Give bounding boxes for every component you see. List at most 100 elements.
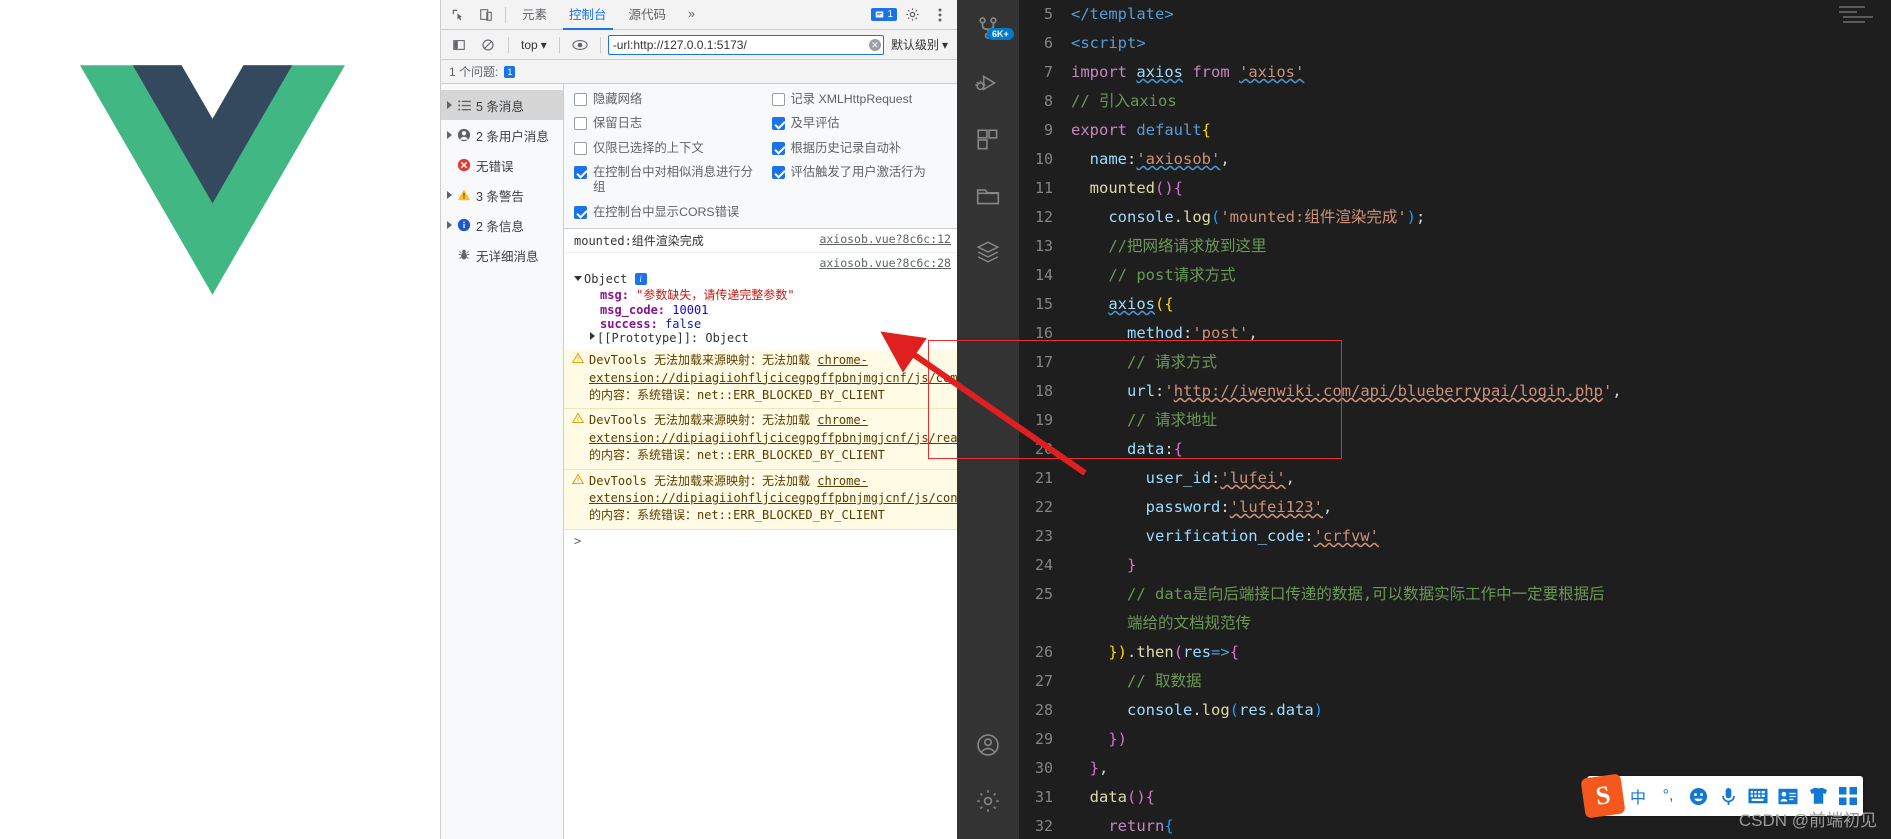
console-object-source-link[interactable]: axiosob.vue?8c6c:28 xyxy=(819,256,951,270)
code-line[interactable]: 21 user_id:'lufei', xyxy=(1019,464,1891,493)
code-line[interactable]: 17 // 请求方式 xyxy=(1019,348,1891,377)
code-line[interactable]: 端给的文档规范传 xyxy=(1019,609,1891,638)
code-line[interactable]: 24 } xyxy=(1019,551,1891,580)
explorer-folder-icon[interactable] xyxy=(957,168,1019,224)
setting-group-similar[interactable]: 在控制台中对相似消息进行分组 xyxy=(574,165,754,196)
log-level-selector[interactable]: 默认级别 ▾ xyxy=(887,36,952,53)
setting-selected-context-only[interactable]: 仅限已选择的上下文 xyxy=(574,141,754,156)
setting-show-cors-errors[interactable]: 在控制台中显示CORS错误 xyxy=(574,205,754,220)
clear-console-icon[interactable] xyxy=(475,33,501,57)
sidebar-item-user-messages[interactable]: 2 条用户消息 xyxy=(441,120,563,150)
code-line[interactable]: 8 // 引入axios xyxy=(1019,87,1891,116)
code-line[interactable]: 13 //把网络请求放到这里 xyxy=(1019,232,1891,261)
run-and-debug-icon[interactable] xyxy=(957,56,1019,112)
expand-triangle-icon-3[interactable] xyxy=(447,191,452,199)
tab-elements[interactable]: 元素 xyxy=(512,0,557,30)
checkbox-show-cors-errors[interactable] xyxy=(574,205,587,219)
context-selector[interactable]: top ▾ xyxy=(516,37,552,53)
code-line[interactable]: 16 method:'post', xyxy=(1019,319,1891,348)
code-line[interactable]: 18 url:'http://iwenwiki.com/api/blueberr… xyxy=(1019,377,1891,406)
minimap[interactable] xyxy=(1833,2,1885,122)
sidebar-item-verbose[interactable]: 无详细消息 xyxy=(441,240,563,270)
sogou-logo-icon[interactable]: S xyxy=(1580,773,1626,819)
code-line[interactable]: 7 import axios from 'axios' xyxy=(1019,58,1891,87)
code-line[interactable]: 12 console.log('mounted:组件渲染完成'); xyxy=(1019,203,1891,232)
layers-icon[interactable] xyxy=(957,224,1019,280)
code-line[interactable]: 22 password:'lufei123', xyxy=(1019,493,1891,522)
device-toolbar-icon[interactable] xyxy=(473,3,499,27)
tab-sources[interactable]: 源代码 xyxy=(619,0,677,30)
issues-status-line[interactable]: 1 个问题: 1 xyxy=(441,60,957,84)
sidebar-item-all-messages[interactable]: 5 条消息 xyxy=(441,90,563,120)
sidebar-item-errors[interactable]: 无错误 xyxy=(441,150,563,180)
line-number: 25 xyxy=(1034,585,1053,603)
console-log-line[interactable]: mounted:组件渲染完成 axiosob.vue?8c6c:12 xyxy=(564,229,957,254)
setting-hide-network[interactable]: 隐藏网络 xyxy=(574,92,754,107)
code-line[interactable]: 20 data:{ xyxy=(1019,435,1891,464)
more-vertical-icon[interactable] xyxy=(927,3,953,27)
info-icon-object[interactable]: i xyxy=(634,273,647,286)
code-line[interactable]: 28 console.log(res.data) xyxy=(1019,696,1891,725)
code-line[interactable]: 23 verification_code:'crfvw' xyxy=(1019,522,1891,551)
code-content[interactable]: 5 </template> 6 <script> 7 import axios from … xyxy=(1019,0,1891,839)
code-line[interactable]: 11 mounted(){ xyxy=(1019,174,1891,203)
ime-punctuation-mode[interactable]: °, xyxy=(1653,776,1683,816)
console-warning-row-3[interactable]: DevTools 无法加载来源映射：无法加载 chrome-extension:… xyxy=(564,469,957,530)
console-warning-row[interactable]: DevTools 无法加载来源映射：无法加载 chrome-extension:… xyxy=(564,349,957,410)
checkbox-selected-context-only[interactable] xyxy=(574,141,587,155)
issues-badge[interactable]: 1 xyxy=(871,8,897,21)
checkbox-log-xhr[interactable] xyxy=(771,93,785,106)
live-expression-icon[interactable] xyxy=(567,33,593,57)
console-prompt[interactable]: > xyxy=(564,530,957,552)
console-log-source-link[interactable]: axiosob.vue?8c6c:12 xyxy=(819,232,951,246)
gear-icon[interactable] xyxy=(899,3,925,27)
code-line[interactable]: 10 name:'axiosob', xyxy=(1019,145,1891,174)
line-number: 13 xyxy=(1034,237,1053,255)
setting-autocomplete-history[interactable]: 根据历史记录自动补 xyxy=(771,141,952,156)
smiley-icon[interactable] xyxy=(1683,776,1713,816)
code-line[interactable]: 27 // 取数据 xyxy=(1019,667,1891,696)
code-line[interactable]: 26 }).then(res=>{ xyxy=(1019,638,1891,667)
checkbox-eager-eval[interactable] xyxy=(771,117,785,131)
code-line[interactable]: 5 </template> xyxy=(1019,0,1891,29)
checkbox-group-similar[interactable] xyxy=(574,166,587,180)
account-icon[interactable] xyxy=(957,717,1019,773)
setting-preserve-log[interactable]: 保留日志 xyxy=(574,116,754,131)
code-line[interactable]: 15 axios({ xyxy=(1019,290,1891,319)
collapse-caret-icon[interactable] xyxy=(590,332,595,341)
code-line[interactable]: 19 // 请求地址 xyxy=(1019,406,1891,435)
object-prototype-row[interactable]: [[Prototype]]: Object xyxy=(574,331,951,345)
ime-chinese-mode[interactable]: 中 xyxy=(1623,776,1653,816)
setting-user-activation[interactable]: 评估触发了用户激活行为 xyxy=(771,165,952,180)
line-number: 20 xyxy=(1034,440,1053,458)
inspect-element-icon[interactable] xyxy=(445,3,471,27)
sidebar-item-info[interactable]: 2 条信息 xyxy=(441,210,563,240)
tab-console[interactable]: 控制台 xyxy=(559,0,617,30)
console-warning-row-2[interactable]: DevTools 无法加载来源映射：无法加载 chrome-extension:… xyxy=(564,409,957,470)
checkbox-user-activation[interactable] xyxy=(771,166,785,180)
extensions-icon[interactable] xyxy=(957,112,1019,168)
expand-caret-icon[interactable] xyxy=(574,276,582,282)
sidebar-toggle-icon[interactable] xyxy=(446,33,472,57)
code-line[interactable]: 9 export default{ xyxy=(1019,116,1891,145)
settings-gear-icon[interactable] xyxy=(957,773,1019,829)
setting-label-4: 在控制台中显示CORS错误 xyxy=(593,204,740,219)
setting-log-xhr[interactable]: 记录 XMLHttpRequest xyxy=(771,92,952,107)
expand-triangle-icon-2[interactable] xyxy=(447,131,452,139)
sidebar-item-warnings[interactable]: 3 条警告 xyxy=(441,180,563,210)
expand-triangle-icon-4[interactable] xyxy=(447,221,452,229)
clear-input-icon[interactable]: ✕ xyxy=(868,38,881,51)
expand-triangle-icon[interactable] xyxy=(447,101,452,109)
checkbox-autocomplete-history[interactable] xyxy=(771,141,785,155)
code-line[interactable]: 14 // post请求方式 xyxy=(1019,261,1891,290)
checkbox-hide-network[interactable] xyxy=(574,93,587,106)
setting-eager-eval[interactable]: 及早评估 xyxy=(771,116,952,131)
source-control-icon[interactable]: 6K+ xyxy=(957,0,1019,56)
more-tabs-icon[interactable]: » xyxy=(678,2,705,28)
console-object-header[interactable]: Object i xyxy=(574,272,951,286)
filter-input[interactable]: -url:http://127.0.0.1:5173/ xyxy=(607,34,884,55)
code-line[interactable]: 29 }) xyxy=(1019,725,1891,754)
code-line[interactable]: 6 <script> xyxy=(1019,29,1891,58)
checkbox-preserve-log[interactable] xyxy=(574,117,587,131)
code-line[interactable]: 25 // data是向后端接口传递的数据,可以数据实际工作中一定要根据后 xyxy=(1019,580,1891,609)
